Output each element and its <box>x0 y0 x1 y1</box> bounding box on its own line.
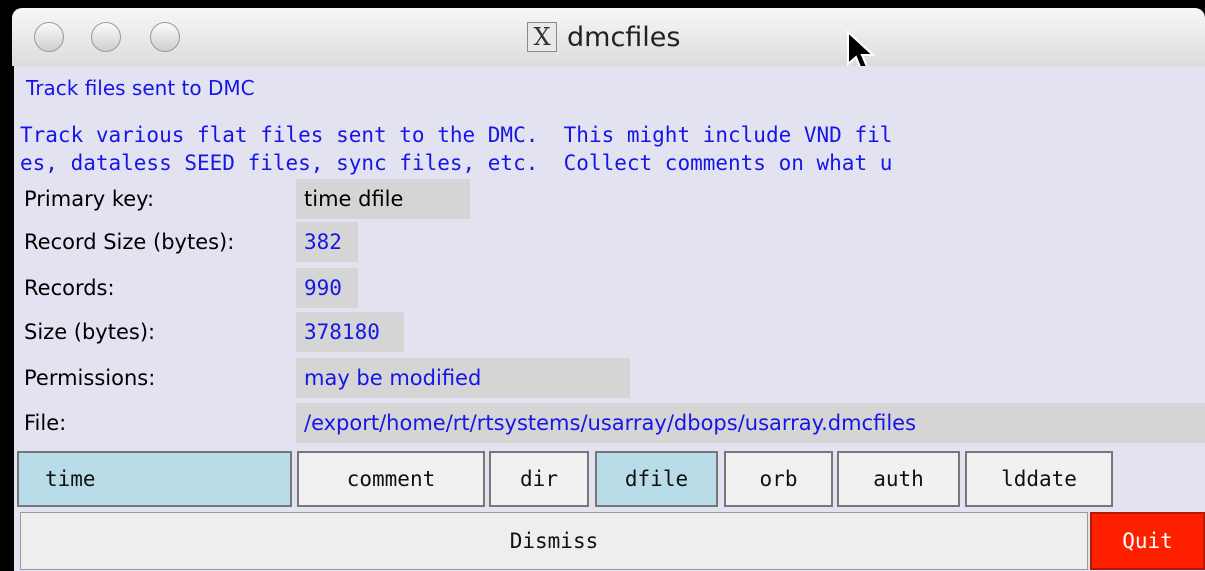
permissions-label: Permissions: <box>24 366 156 390</box>
title-group: X dmcfiles <box>527 18 680 56</box>
file-label: File: <box>24 411 67 435</box>
dmcfiles-window: X dmcfiles Track files sent to DMC Track… <box>0 0 1205 571</box>
description-text: Track various flat files sent to the DMC… <box>20 121 892 177</box>
record-size-value: 382 <box>296 222 358 262</box>
window-title: dmcfiles <box>567 21 681 53</box>
record-size-label: Record Size (bytes): <box>24 230 235 254</box>
quit-button[interactable]: Quit <box>1090 512 1205 570</box>
size-value: 378180 <box>296 312 404 352</box>
field-button-comment[interactable]: comment <box>297 451 485 507</box>
primary-key-label: Primary key: <box>24 187 155 211</box>
short-description: Track files sent to DMC <box>26 76 255 100</box>
dismiss-button[interactable]: Dismiss <box>20 512 1088 570</box>
permissions-value: may be modified <box>296 358 630 398</box>
primary-key-value: time dfile <box>296 179 470 219</box>
size-label: Size (bytes): <box>24 320 156 344</box>
content-area: Track files sent to DMC Track various fl… <box>14 66 1205 571</box>
field-button-auth[interactable]: auth <box>837 451 960 507</box>
field-button-orb[interactable]: orb <box>724 451 833 507</box>
records-label: Records: <box>24 276 115 300</box>
file-path-value: /export/home/rt/rtsystems/usarray/dbops/… <box>296 403 1205 443</box>
x11-icon: X <box>527 22 557 52</box>
field-button-lddate[interactable]: lddate <box>965 451 1113 507</box>
minimize-window-button[interactable] <box>91 22 121 52</box>
field-button-dfile[interactable]: dfile <box>595 451 718 507</box>
records-value: 990 <box>296 268 358 308</box>
description-line-1: Track various flat files sent to the DMC… <box>20 123 893 147</box>
description-line-2: es, dataless SEED files, sync files, etc… <box>20 151 893 175</box>
field-button-dir[interactable]: dir <box>489 451 589 507</box>
close-window-button[interactable] <box>34 22 64 52</box>
title-bar[interactable]: X dmcfiles <box>12 8 1205 66</box>
zoom-window-button[interactable] <box>150 22 180 52</box>
field-button-time[interactable]: time <box>17 451 292 507</box>
